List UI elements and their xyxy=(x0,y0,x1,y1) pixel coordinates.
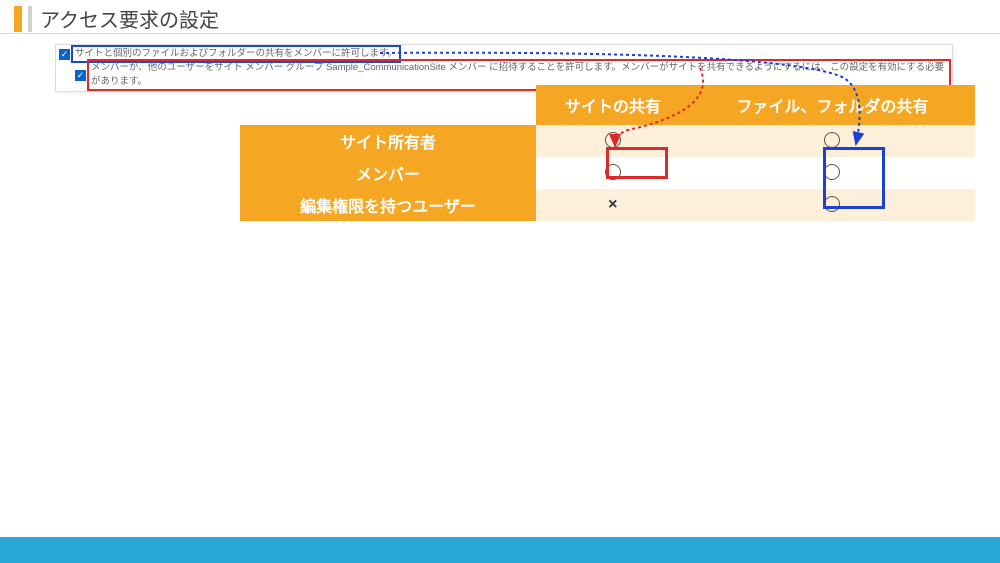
footer-band xyxy=(0,537,1000,563)
circle-icon xyxy=(824,132,840,148)
table-header-row: サイトの共有 ファイル、フォルダの共有 xyxy=(240,85,975,125)
checkbox-row-allow-file-share: ✓ サイトと個別のファイルおよびフォルダーの共有をメンバーに許可します。 xyxy=(59,47,949,61)
header-site-share: サイトの共有 xyxy=(536,85,690,125)
row-label-owner: サイト所有者 xyxy=(240,125,536,157)
row-label-member: メンバー xyxy=(240,157,536,189)
blue-highlight-box xyxy=(823,147,885,209)
title-accent-gray xyxy=(28,6,32,32)
circle-icon xyxy=(605,132,621,148)
page-title: アクセス要求の設定 xyxy=(40,4,219,33)
cell-edit-site: × xyxy=(536,189,690,221)
checkbox-checked-icon[interactable]: ✓ xyxy=(59,49,70,60)
checkbox-label-1: サイトと個別のファイルおよびフォルダーの共有をメンバーに許可します。 xyxy=(73,47,399,61)
page-title-bar: アクセス要求の設定 xyxy=(14,4,219,33)
cross-icon: × xyxy=(608,196,617,213)
checkbox-checked-icon[interactable]: ✓ xyxy=(75,70,86,81)
title-accent-orange xyxy=(14,6,22,32)
title-divider xyxy=(0,33,1000,34)
header-file-share: ファイル、フォルダの共有 xyxy=(690,85,975,125)
row-label-edit-user: 編集権限を持つユーザー xyxy=(240,189,536,221)
red-highlight-box xyxy=(606,147,668,179)
header-blank xyxy=(240,85,536,125)
